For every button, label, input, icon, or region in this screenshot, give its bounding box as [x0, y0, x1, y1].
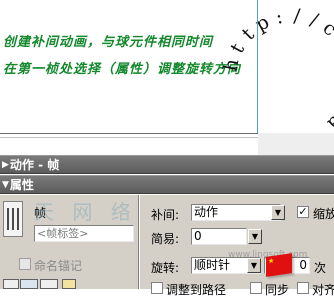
properties-panel-header[interactable]: ▼属性	[0, 175, 334, 194]
tween-select[interactable]: 动作	[191, 204, 281, 221]
actions-panel-header[interactable]: ▶动作 - 帧	[0, 155, 334, 174]
snap-checkbox[interactable]	[297, 282, 309, 294]
stage-edge-line	[257, 0, 258, 133]
sync-checkbox[interactable]	[250, 282, 262, 294]
circular-text-art: http://chnr.ra	[219, 5, 334, 135]
panel-divider-highlight	[139, 195, 140, 289]
orient-to-path-checkbox[interactable]	[151, 282, 163, 294]
ease-label: 简易:	[151, 232, 180, 246]
ease-slider-arrow-icon[interactable]: ▼	[248, 229, 262, 244]
circular-text-glyph: /	[293, 5, 302, 27]
stage-canvas[interactable]: 创建补间动画，与球元件相同时间 在第一桢处选择（属性）调整旋转方向 h t t p: /…	[0, 0, 334, 155]
named-anchor-checkbox[interactable]	[19, 258, 31, 270]
sound-icon	[62, 279, 76, 289]
sync-label: 同步	[265, 283, 290, 297]
timeline-separator-light	[0, 137, 258, 138]
rotate-dropdown-arrow-icon[interactable]: ▼	[247, 258, 261, 273]
frame-type-label: 帧	[34, 206, 47, 220]
times-label: 次	[314, 261, 327, 275]
scale-label: 缩放	[313, 207, 334, 221]
circular-text-glyph: p	[252, 11, 273, 36]
pasteboard-area	[258, 133, 334, 155]
rotate-label: 旋转:	[151, 261, 180, 275]
scale-checkbox[interactable]: ✓	[297, 206, 309, 218]
circular-text-glyph: c	[319, 17, 334, 41]
circular-text-glyph: a	[323, 111, 334, 135]
circular-text-glyph: h	[219, 57, 243, 74]
properties-panel-title: 属性	[9, 178, 34, 192]
page-icon	[3, 279, 19, 289]
properties-panel: 帧 <帧标签> 命名锚记 补间: 动作 ▼ ✓ 缩放 简易: 0 ▼ 旋转: 顺…	[0, 195, 334, 297]
orient-to-path-label: 调整到路径	[166, 283, 227, 297]
edit-icon	[40, 279, 58, 289]
flag-logo-icon: ★	[266, 253, 292, 277]
frame-icon	[3, 201, 23, 237]
snap-label: 对齐	[312, 283, 334, 297]
circular-text-glyph: t	[238, 23, 259, 44]
named-anchor-label: 命名锚记	[34, 259, 83, 273]
tween-dropdown-arrow-icon[interactable]: ▼	[271, 205, 285, 220]
grid-icon	[20, 279, 38, 289]
tween-label: 补间:	[151, 208, 180, 222]
expand-arrow-icon: ▶	[2, 160, 9, 170]
circular-text-glyph: t	[226, 39, 249, 57]
circular-text-glyph: /	[307, 9, 321, 32]
ease-input[interactable]: 0	[191, 228, 247, 245]
actions-panel-title: 动作 - 帧	[9, 158, 60, 172]
frame-label-input[interactable]: <帧标签>	[34, 225, 134, 242]
collapse-arrow-icon: ▼	[2, 180, 9, 190]
circular-text-glyph: :	[274, 6, 285, 29]
timeline-separator	[0, 133, 258, 134]
